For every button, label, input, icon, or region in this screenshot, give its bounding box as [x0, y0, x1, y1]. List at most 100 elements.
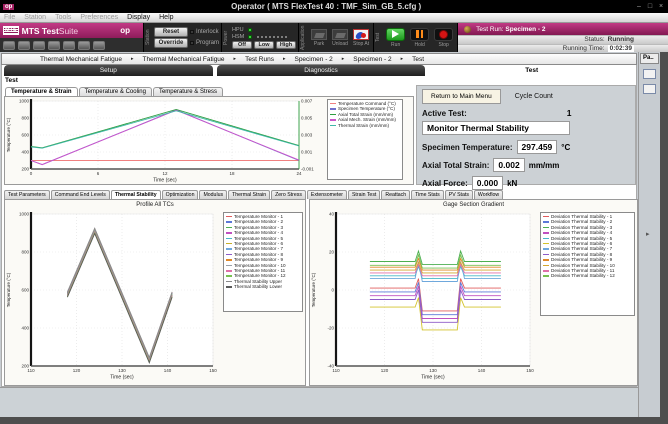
legend-color-dash — [543, 227, 549, 229]
page-tab-diagnostics[interactable]: Diagnostics — [217, 65, 426, 76]
svg-text:Time (sec): Time (sec) — [110, 375, 134, 381]
park-button[interactable]: Park — [311, 29, 327, 47]
svg-text:800: 800 — [21, 250, 29, 255]
hsm-dot-icon — [265, 36, 267, 38]
copy-icon[interactable] — [3, 41, 15, 50]
svg-text:800: 800 — [21, 116, 29, 121]
run-button[interactable]: Run — [386, 28, 405, 48]
tab-pv-stats[interactable]: PV Stats — [445, 190, 473, 199]
legend-color-dash — [543, 259, 549, 261]
app-icon: op — [3, 4, 14, 10]
reset-button[interactable]: Reset — [154, 27, 188, 37]
page-tab-test[interactable]: Test — [427, 65, 636, 76]
mts-logo: MTS — [3, 26, 19, 35]
svg-text:200: 200 — [21, 364, 29, 369]
return-to-main-menu-button[interactable]: Return to Main Menu — [422, 89, 501, 104]
hsm-dot-icon — [273, 36, 275, 38]
sub-tabs: Temperature & StrainTemperature & Coolin… — [2, 85, 416, 96]
tab-workflow[interactable]: Workflow — [474, 190, 503, 199]
legend-color-dash — [226, 232, 232, 234]
tab-test-parameters[interactable]: Test Parameters — [4, 190, 50, 199]
panel-mini-button-2[interactable] — [643, 84, 656, 94]
breadcrumb-item-test-runs[interactable]: Test Runs — [245, 56, 274, 63]
tab-thermal-stability[interactable]: Thermal Stability — [111, 190, 161, 199]
breadcrumb-item-specimen-2[interactable]: Specimen - 2 — [294, 56, 332, 63]
window-title: Operator ( MTS FlexTest 40 : TMF_Sim_GB_… — [17, 2, 635, 11]
folder-add-icon[interactable] — [33, 41, 45, 50]
sub-tab-temperature-strain[interactable]: Temperature & Strain — [5, 87, 78, 96]
legend-color-dash — [226, 243, 232, 245]
minimize-button[interactable]: – — [635, 3, 643, 10]
svg-text:0.003: 0.003 — [301, 133, 313, 138]
unload-button[interactable]: Unload — [332, 29, 348, 47]
tab-modulus[interactable]: Modulus — [199, 190, 227, 199]
legend-color-dash — [543, 243, 549, 245]
brand-name: MTS Test — [22, 26, 59, 36]
svg-text:12: 12 — [162, 171, 168, 176]
override-button[interactable]: Override — [154, 38, 188, 48]
test-run-label: Test Run: — [476, 26, 503, 33]
stop-label: Stop — [438, 42, 448, 48]
sub-tab-temperature-stress[interactable]: Temperature & Stress — [153, 87, 223, 96]
import-icon[interactable] — [48, 41, 60, 50]
panel-tab-parameters[interactable]: Pa.. — [640, 53, 659, 64]
panel-mini-button-1[interactable] — [643, 69, 656, 79]
legend-color-dash — [226, 265, 232, 267]
svg-text:120: 120 — [381, 368, 389, 373]
tab-extensometer[interactable]: Extensometer — [307, 190, 347, 199]
legend-color-dash — [543, 275, 549, 277]
export-icon[interactable] — [63, 41, 75, 50]
svg-text:200: 200 — [21, 167, 29, 172]
legend-entry: Thermal Stability Lower — [226, 284, 300, 289]
expand-arrow-icon[interactable]: ▸ — [646, 230, 650, 238]
power-high-button[interactable]: High — [276, 41, 296, 49]
station-section-label: Station — [144, 23, 152, 52]
tab-strain-test[interactable]: Strain Test — [348, 190, 380, 199]
tab-zero-stress[interactable]: Zero Stress — [271, 190, 306, 199]
maximize-button[interactable]: □ — [646, 3, 654, 10]
svg-text:0: 0 — [331, 288, 334, 293]
stop-at-button[interactable]: Stop At — [353, 29, 369, 47]
page-tab-setup[interactable]: Setup — [4, 65, 213, 76]
brand-name-suffix: Suite — [59, 26, 78, 36]
svg-text:150: 150 — [209, 368, 217, 373]
app-window: op Operator ( MTS FlexTest 40 : TMF_Sim_… — [0, 0, 668, 424]
legend-color-dash — [226, 254, 232, 256]
hold-button[interactable]: Hold — [410, 28, 429, 48]
profile-legend: Temperature Monitor - 1Temperature Monit… — [223, 212, 303, 312]
stop-button[interactable]: Stop — [434, 28, 453, 48]
menu-item-help[interactable]: Help — [159, 14, 173, 21]
hsm-level-dots — [257, 36, 287, 38]
readout-value: 0.002 — [493, 158, 524, 172]
brand-area: MTS MTS Test Suite op — [0, 23, 143, 52]
tab-time-stats[interactable]: Time Stats — [411, 190, 444, 199]
pause-icon — [416, 30, 423, 38]
svg-text:Time (sec): Time (sec) — [421, 375, 445, 381]
save-icon[interactable] — [93, 41, 105, 50]
svg-text:150: 150 — [526, 368, 534, 373]
sub-tab-temperature-cooling[interactable]: Temperature & Cooling — [79, 87, 152, 96]
title-bar: op Operator ( MTS FlexTest 40 : TMF_Sim_… — [0, 0, 668, 13]
close-button[interactable]: × — [657, 3, 665, 10]
open-icon[interactable] — [78, 41, 90, 50]
power-low-button[interactable]: Low — [254, 41, 274, 49]
tab-reattach[interactable]: Reattach — [381, 190, 410, 199]
menu-item-display[interactable]: Display — [127, 14, 150, 21]
breadcrumb-item-thermal-mechanical-fatigue[interactable]: Thermal Mechanical Fatigue — [40, 56, 122, 63]
menu-item-preferences: Preferences — [80, 14, 118, 21]
interlock-indicator — [190, 30, 194, 34]
breadcrumb-item-test[interactable]: Test — [412, 56, 424, 63]
window-border-right — [660, 52, 668, 417]
new-icon[interactable] — [18, 41, 30, 50]
tab-thermal-strain[interactable]: Thermal Strain — [228, 190, 270, 199]
tab-command-end-levels[interactable]: Command End Levels — [51, 190, 110, 199]
hold-label: Hold — [414, 42, 424, 48]
breadcrumb-item-specimen-2[interactable]: Specimen - 2 — [353, 56, 391, 63]
power-section: Power HPU HSM Off Low High — [221, 23, 298, 52]
breadcrumb: Thermal Mechanical Fatigue▸Thermal Mecha… — [1, 53, 637, 65]
breadcrumb-item-thermal-mechanical-fatigue[interactable]: Thermal Mechanical Fatigue — [143, 56, 225, 63]
park-label: Park — [314, 41, 324, 47]
power-off-button[interactable]: Off — [232, 41, 252, 49]
tab-optimization[interactable]: Optimization — [162, 190, 199, 199]
readout-label: Specimen Temperature: — [422, 143, 513, 152]
